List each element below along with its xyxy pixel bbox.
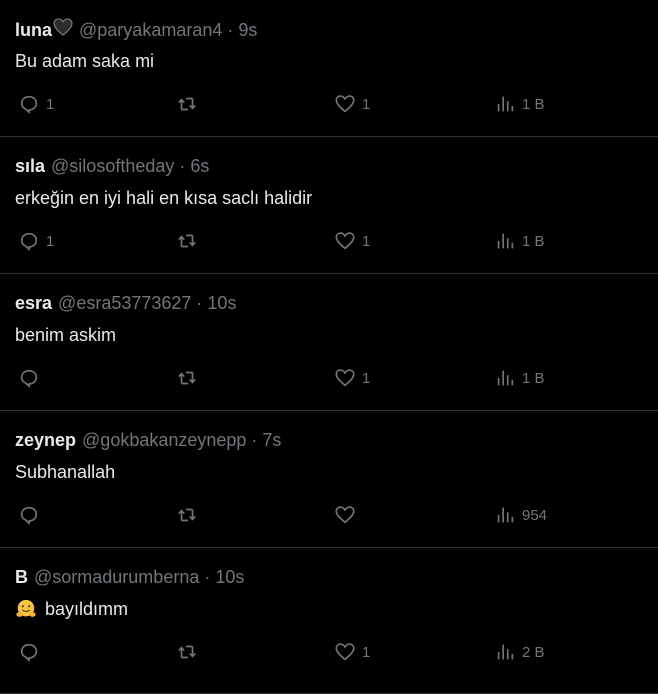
timestamp[interactable]: 9s bbox=[238, 19, 257, 41]
tweet-header: esra @esra53773627 · 10s bbox=[15, 292, 236, 314]
tweet-actions: 954 bbox=[0, 503, 658, 527]
like-count: 1 bbox=[362, 643, 371, 661]
author-handle[interactable]: @paryakamaran4 bbox=[79, 19, 222, 41]
separator: · bbox=[251, 430, 258, 450]
author-name[interactable]: esra bbox=[15, 292, 52, 314]
tweet-text: benim askim bbox=[15, 325, 117, 345]
view-count: 954 bbox=[522, 506, 548, 524]
views-icon bbox=[497, 233, 514, 249]
heart-icon bbox=[335, 232, 355, 250]
retweet-icon bbox=[178, 234, 196, 248]
retweet-icon bbox=[178, 371, 196, 385]
author-handle[interactable]: @gokbakanzeynepp bbox=[82, 429, 246, 451]
views-icon bbox=[497, 644, 514, 660]
tweet-actions: 1 1 1 B bbox=[0, 92, 658, 116]
view-count: 2 B bbox=[522, 643, 545, 661]
reply-button[interactable] bbox=[18, 366, 46, 390]
tweet-card[interactable]: B @sormadurumberna · 10s bayıldımm 1 2 B bbox=[0, 548, 658, 694]
reply-button[interactable]: 1 bbox=[18, 92, 54, 116]
tweet-header: zeynep @gokbakanzeynepp · 7s bbox=[15, 429, 281, 451]
timestamp[interactable]: 6s bbox=[190, 155, 209, 177]
heart-icon bbox=[335, 643, 355, 661]
reply-button[interactable] bbox=[18, 503, 46, 527]
reply-icon bbox=[20, 95, 38, 115]
tweet-actions: 1 2 B bbox=[0, 640, 658, 664]
view-count: 1 B bbox=[522, 369, 545, 387]
views-icon bbox=[497, 507, 514, 523]
views-icon bbox=[497, 96, 514, 112]
heart-icon bbox=[335, 369, 355, 387]
retweet-button[interactable] bbox=[176, 366, 198, 390]
timestamp[interactable]: 10s bbox=[207, 292, 236, 314]
separator: · bbox=[196, 293, 203, 313]
views-icon bbox=[497, 370, 514, 386]
reply-icon bbox=[20, 369, 38, 389]
tweet-header: luna @paryakamaran4 · 9s bbox=[15, 18, 257, 41]
like-button[interactable] bbox=[334, 503, 362, 527]
like-count: 1 bbox=[362, 232, 371, 250]
tweet-feed: luna @paryakamaran4 · 9s Bu adam saka mi… bbox=[0, 0, 658, 694]
author-name[interactable]: luna bbox=[15, 19, 52, 41]
reply-count: 1 bbox=[46, 95, 55, 113]
like-button[interactable]: 1 bbox=[334, 92, 370, 116]
tweet-card[interactable]: zeynep @gokbakanzeynepp · 7s Subhanallah… bbox=[0, 411, 658, 548]
views-button[interactable]: 1 B bbox=[494, 366, 545, 390]
views-button[interactable]: 2 B bbox=[494, 640, 545, 664]
reply-icon bbox=[20, 232, 38, 252]
tweet-card[interactable]: sıla @silosoftheday · 6s erkeğin en iyi … bbox=[0, 137, 658, 274]
reply-count: 1 bbox=[46, 232, 55, 250]
tweet-header: B @sormadurumberna · 10s bbox=[15, 566, 244, 588]
author-handle[interactable]: @esra53773627 bbox=[58, 292, 191, 314]
tweet-actions: 1 1 1 B bbox=[0, 229, 658, 253]
reply-icon bbox=[20, 643, 38, 663]
retweet-icon bbox=[178, 645, 196, 659]
like-button[interactable]: 1 bbox=[334, 229, 370, 253]
retweet-button[interactable] bbox=[176, 503, 198, 527]
separator: · bbox=[179, 156, 186, 176]
reply-button[interactable]: 1 bbox=[18, 229, 54, 253]
author-handle[interactable]: @silosoftheday bbox=[51, 155, 174, 177]
author-name[interactable]: sıla bbox=[15, 155, 45, 177]
hugging-face-emoji bbox=[15, 598, 37, 620]
views-button[interactable]: 1 B bbox=[494, 229, 545, 253]
tweet-text: bayıldımm bbox=[45, 599, 129, 619]
tweet-actions: 1 1 B bbox=[0, 366, 658, 390]
views-button[interactable]: 954 bbox=[494, 503, 547, 527]
tweet-card[interactable]: esra @esra53773627 · 10s benim askim 1 1… bbox=[0, 274, 658, 411]
tweet-card[interactable]: luna @paryakamaran4 · 9s Bu adam saka mi… bbox=[0, 0, 658, 137]
separator: · bbox=[204, 567, 211, 587]
tweet-text: Bu adam saka mi bbox=[15, 51, 155, 71]
retweet-button[interactable] bbox=[176, 92, 198, 116]
tweet-text: erkeğin en iyi hali en kısa saclı halidi… bbox=[15, 188, 313, 208]
author-handle[interactable]: @sormadurumberna bbox=[34, 566, 199, 588]
like-count: 1 bbox=[362, 95, 371, 113]
black-heart-icon bbox=[53, 18, 73, 41]
heart-icon bbox=[335, 95, 355, 113]
like-button[interactable]: 1 bbox=[334, 366, 370, 390]
timestamp[interactable]: 10s bbox=[215, 566, 244, 588]
retweet-icon bbox=[178, 97, 196, 111]
author-name[interactable]: B bbox=[15, 566, 28, 588]
like-count: 1 bbox=[362, 369, 371, 387]
retweet-button[interactable] bbox=[176, 640, 198, 664]
retweet-button[interactable] bbox=[176, 229, 198, 253]
heart-icon bbox=[335, 506, 355, 524]
view-count: 1 B bbox=[522, 232, 545, 250]
retweet-icon bbox=[178, 508, 196, 522]
tweet-header: sıla @silosoftheday · 6s bbox=[15, 155, 209, 177]
separator: · bbox=[227, 19, 234, 40]
view-count: 1 B bbox=[522, 95, 545, 113]
timestamp[interactable]: 7s bbox=[262, 429, 281, 451]
views-button[interactable]: 1 B bbox=[494, 92, 545, 116]
tweet-text-row: bayıldımm bbox=[15, 598, 128, 620]
reply-icon bbox=[20, 506, 38, 526]
author-name[interactable]: zeynep bbox=[15, 429, 76, 451]
tweet-text: Subhanallah bbox=[15, 462, 116, 482]
reply-button[interactable] bbox=[18, 640, 46, 664]
like-button[interactable]: 1 bbox=[334, 640, 370, 664]
